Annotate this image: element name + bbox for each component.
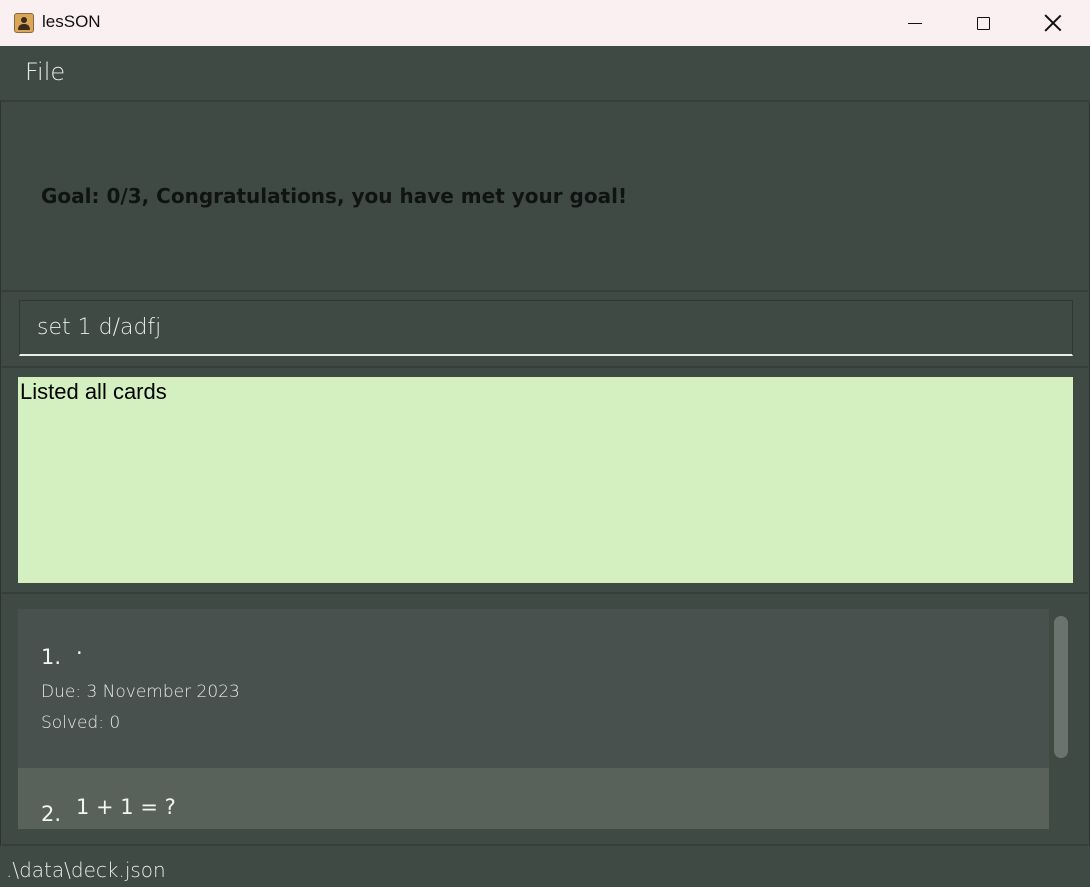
card-list[interactable]: 1. · Due: 3 November 2023 Solved: 0 2. 1…: [18, 609, 1049, 829]
scrollbar[interactable]: [1052, 609, 1072, 829]
close-icon: [1044, 14, 1062, 32]
menu-bar: File: [0, 46, 1090, 102]
maximize-icon: [976, 16, 990, 30]
minimize-icon: [908, 22, 922, 24]
result-text: Listed all cards: [20, 379, 167, 404]
title-bar[interactable]: lesSON: [0, 0, 1090, 47]
card-question: 1 + 1 = ?: [76, 795, 176, 819]
card-question: ·: [76, 641, 83, 665]
menu-file[interactable]: File: [25, 58, 65, 86]
card-due: Due: 3 November 2023: [41, 682, 240, 702]
window-title: lesSON: [42, 12, 101, 31]
card-list-panel: 1. · Due: 3 November 2023 Solved: 0 2. 1…: [2, 594, 1088, 846]
card-index: 2.: [41, 802, 62, 826]
list-item[interactable]: 2. 1 + 1 = ?: [18, 768, 1049, 829]
result-display: Listed all cards: [18, 377, 1073, 583]
command-input[interactable]: [19, 300, 1073, 356]
scrollbar-thumb[interactable]: [1054, 616, 1068, 758]
goal-text: Goal: 0/3, Congratulations, you have met…: [41, 184, 628, 208]
minimize-button[interactable]: [880, 0, 950, 46]
list-item[interactable]: 1. · Due: 3 November 2023 Solved: 0: [18, 609, 1049, 768]
maximize-button[interactable]: [948, 0, 1018, 46]
address-book-icon: [14, 13, 34, 33]
result-area: Listed all cards: [2, 368, 1088, 594]
app-window: lesSON File Goal: 0/3, Congratulations, …: [0, 0, 1090, 887]
status-bar: .\data\deck.json: [0, 846, 1090, 887]
card-solved: Solved: 0: [41, 713, 121, 733]
card-index: 1.: [41, 645, 62, 669]
command-area: [2, 292, 1088, 368]
save-file-path: .\data\deck.json: [6, 858, 166, 882]
goal-panel: Goal: 0/3, Congratulations, you have met…: [2, 102, 1088, 292]
close-button[interactable]: [1018, 0, 1088, 46]
